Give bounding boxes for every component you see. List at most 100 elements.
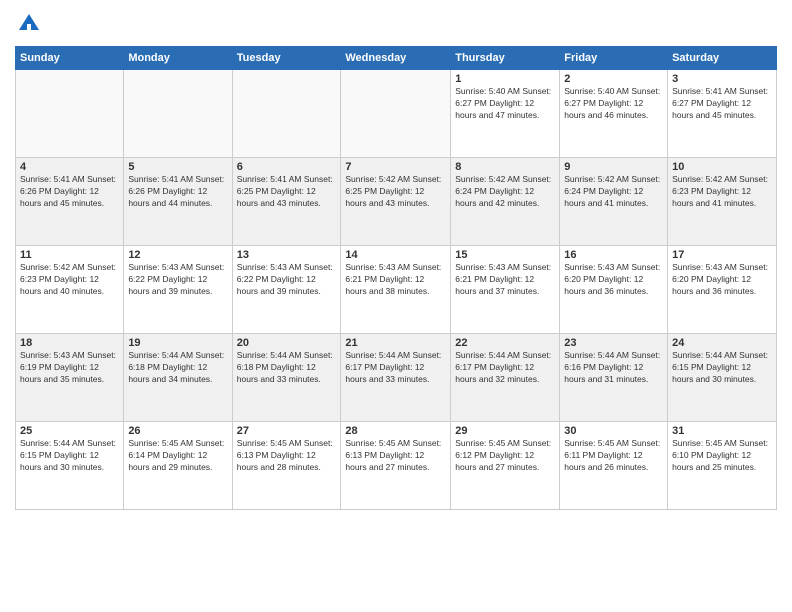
logo-icon xyxy=(15,10,43,38)
day-info: Sunrise: 5:43 AM Sunset: 6:20 PM Dayligh… xyxy=(564,262,663,298)
day-info: Sunrise: 5:43 AM Sunset: 6:22 PM Dayligh… xyxy=(128,262,227,298)
day-number: 14 xyxy=(345,249,446,261)
calendar-cell: 27Sunrise: 5:45 AM Sunset: 6:13 PM Dayli… xyxy=(232,422,341,510)
day-number: 21 xyxy=(345,337,446,349)
day-number: 5 xyxy=(128,161,227,173)
day-number: 9 xyxy=(564,161,663,173)
calendar-cell: 12Sunrise: 5:43 AM Sunset: 6:22 PM Dayli… xyxy=(124,246,232,334)
calendar-cell: 22Sunrise: 5:44 AM Sunset: 6:17 PM Dayli… xyxy=(451,334,560,422)
day-number: 29 xyxy=(455,425,555,437)
day-number: 24 xyxy=(672,337,772,349)
day-info: Sunrise: 5:45 AM Sunset: 6:14 PM Dayligh… xyxy=(128,438,227,474)
day-info: Sunrise: 5:42 AM Sunset: 6:23 PM Dayligh… xyxy=(20,262,119,298)
calendar-header-saturday: Saturday xyxy=(668,47,777,70)
day-info: Sunrise: 5:40 AM Sunset: 6:27 PM Dayligh… xyxy=(564,86,663,122)
day-info: Sunrise: 5:45 AM Sunset: 6:13 PM Dayligh… xyxy=(237,438,337,474)
day-info: Sunrise: 5:44 AM Sunset: 6:17 PM Dayligh… xyxy=(455,350,555,386)
day-number: 3 xyxy=(672,73,772,85)
day-info: Sunrise: 5:43 AM Sunset: 6:19 PM Dayligh… xyxy=(20,350,119,386)
day-number: 28 xyxy=(345,425,446,437)
day-number: 2 xyxy=(564,73,663,85)
calendar-header-row: SundayMondayTuesdayWednesdayThursdayFrid… xyxy=(16,47,777,70)
day-number: 13 xyxy=(237,249,337,261)
day-number: 20 xyxy=(237,337,337,349)
calendar-cell: 1Sunrise: 5:40 AM Sunset: 6:27 PM Daylig… xyxy=(451,70,560,158)
day-info: Sunrise: 5:43 AM Sunset: 6:21 PM Dayligh… xyxy=(345,262,446,298)
calendar-cell: 4Sunrise: 5:41 AM Sunset: 6:26 PM Daylig… xyxy=(16,158,124,246)
calendar-cell: 3Sunrise: 5:41 AM Sunset: 6:27 PM Daylig… xyxy=(668,70,777,158)
calendar-cell: 31Sunrise: 5:45 AM Sunset: 6:10 PM Dayli… xyxy=(668,422,777,510)
day-info: Sunrise: 5:45 AM Sunset: 6:12 PM Dayligh… xyxy=(455,438,555,474)
day-number: 15 xyxy=(455,249,555,261)
calendar-cell xyxy=(124,70,232,158)
calendar-table: SundayMondayTuesdayWednesdayThursdayFrid… xyxy=(15,46,777,510)
calendar-header-wednesday: Wednesday xyxy=(341,47,451,70)
day-info: Sunrise: 5:40 AM Sunset: 6:27 PM Dayligh… xyxy=(455,86,555,122)
day-number: 12 xyxy=(128,249,227,261)
day-info: Sunrise: 5:44 AM Sunset: 6:15 PM Dayligh… xyxy=(20,438,119,474)
calendar-cell: 5Sunrise: 5:41 AM Sunset: 6:26 PM Daylig… xyxy=(124,158,232,246)
calendar-cell xyxy=(341,70,451,158)
day-number: 16 xyxy=(564,249,663,261)
day-number: 11 xyxy=(20,249,119,261)
calendar-header-tuesday: Tuesday xyxy=(232,47,341,70)
calendar-week-4: 18Sunrise: 5:43 AM Sunset: 6:19 PM Dayli… xyxy=(16,334,777,422)
calendar-cell: 8Sunrise: 5:42 AM Sunset: 6:24 PM Daylig… xyxy=(451,158,560,246)
calendar-cell xyxy=(232,70,341,158)
calendar-cell: 24Sunrise: 5:44 AM Sunset: 6:15 PM Dayli… xyxy=(668,334,777,422)
calendar-week-1: 1Sunrise: 5:40 AM Sunset: 6:27 PM Daylig… xyxy=(16,70,777,158)
calendar-cell: 25Sunrise: 5:44 AM Sunset: 6:15 PM Dayli… xyxy=(16,422,124,510)
day-number: 25 xyxy=(20,425,119,437)
day-number: 18 xyxy=(20,337,119,349)
calendar-cell: 29Sunrise: 5:45 AM Sunset: 6:12 PM Dayli… xyxy=(451,422,560,510)
day-info: Sunrise: 5:41 AM Sunset: 6:26 PM Dayligh… xyxy=(20,174,119,210)
day-info: Sunrise: 5:44 AM Sunset: 6:18 PM Dayligh… xyxy=(237,350,337,386)
calendar-cell: 23Sunrise: 5:44 AM Sunset: 6:16 PM Dayli… xyxy=(560,334,668,422)
calendar-cell: 26Sunrise: 5:45 AM Sunset: 6:14 PM Dayli… xyxy=(124,422,232,510)
calendar-cell: 30Sunrise: 5:45 AM Sunset: 6:11 PM Dayli… xyxy=(560,422,668,510)
day-number: 6 xyxy=(237,161,337,173)
day-info: Sunrise: 5:45 AM Sunset: 6:13 PM Dayligh… xyxy=(345,438,446,474)
day-info: Sunrise: 5:41 AM Sunset: 6:26 PM Dayligh… xyxy=(128,174,227,210)
calendar-cell: 9Sunrise: 5:42 AM Sunset: 6:24 PM Daylig… xyxy=(560,158,668,246)
calendar-week-5: 25Sunrise: 5:44 AM Sunset: 6:15 PM Dayli… xyxy=(16,422,777,510)
day-number: 7 xyxy=(345,161,446,173)
day-info: Sunrise: 5:43 AM Sunset: 6:21 PM Dayligh… xyxy=(455,262,555,298)
day-info: Sunrise: 5:42 AM Sunset: 6:25 PM Dayligh… xyxy=(345,174,446,210)
calendar-week-2: 4Sunrise: 5:41 AM Sunset: 6:26 PM Daylig… xyxy=(16,158,777,246)
day-number: 17 xyxy=(672,249,772,261)
day-number: 27 xyxy=(237,425,337,437)
day-number: 10 xyxy=(672,161,772,173)
calendar-cell: 6Sunrise: 5:41 AM Sunset: 6:25 PM Daylig… xyxy=(232,158,341,246)
day-info: Sunrise: 5:44 AM Sunset: 6:15 PM Dayligh… xyxy=(672,350,772,386)
day-info: Sunrise: 5:44 AM Sunset: 6:17 PM Dayligh… xyxy=(345,350,446,386)
calendar-cell xyxy=(16,70,124,158)
calendar-cell: 16Sunrise: 5:43 AM Sunset: 6:20 PM Dayli… xyxy=(560,246,668,334)
day-number: 26 xyxy=(128,425,227,437)
calendar-cell: 18Sunrise: 5:43 AM Sunset: 6:19 PM Dayli… xyxy=(16,334,124,422)
day-number: 30 xyxy=(564,425,663,437)
day-number: 4 xyxy=(20,161,119,173)
day-info: Sunrise: 5:44 AM Sunset: 6:16 PM Dayligh… xyxy=(564,350,663,386)
calendar-cell: 14Sunrise: 5:43 AM Sunset: 6:21 PM Dayli… xyxy=(341,246,451,334)
day-number: 1 xyxy=(455,73,555,85)
calendar-cell: 21Sunrise: 5:44 AM Sunset: 6:17 PM Dayli… xyxy=(341,334,451,422)
page-container: SundayMondayTuesdayWednesdayThursdayFrid… xyxy=(0,0,792,612)
calendar-header-friday: Friday xyxy=(560,47,668,70)
calendar-cell: 20Sunrise: 5:44 AM Sunset: 6:18 PM Dayli… xyxy=(232,334,341,422)
day-info: Sunrise: 5:45 AM Sunset: 6:11 PM Dayligh… xyxy=(564,438,663,474)
day-info: Sunrise: 5:43 AM Sunset: 6:22 PM Dayligh… xyxy=(237,262,337,298)
day-info: Sunrise: 5:41 AM Sunset: 6:27 PM Dayligh… xyxy=(672,86,772,122)
day-info: Sunrise: 5:42 AM Sunset: 6:24 PM Dayligh… xyxy=(564,174,663,210)
day-info: Sunrise: 5:41 AM Sunset: 6:25 PM Dayligh… xyxy=(237,174,337,210)
logo xyxy=(15,10,47,38)
calendar-header-monday: Monday xyxy=(124,47,232,70)
day-number: 8 xyxy=(455,161,555,173)
day-number: 31 xyxy=(672,425,772,437)
calendar-cell: 17Sunrise: 5:43 AM Sunset: 6:20 PM Dayli… xyxy=(668,246,777,334)
calendar-header-sunday: Sunday xyxy=(16,47,124,70)
day-number: 19 xyxy=(128,337,227,349)
day-number: 22 xyxy=(455,337,555,349)
calendar-cell: 10Sunrise: 5:42 AM Sunset: 6:23 PM Dayli… xyxy=(668,158,777,246)
header xyxy=(15,10,777,38)
